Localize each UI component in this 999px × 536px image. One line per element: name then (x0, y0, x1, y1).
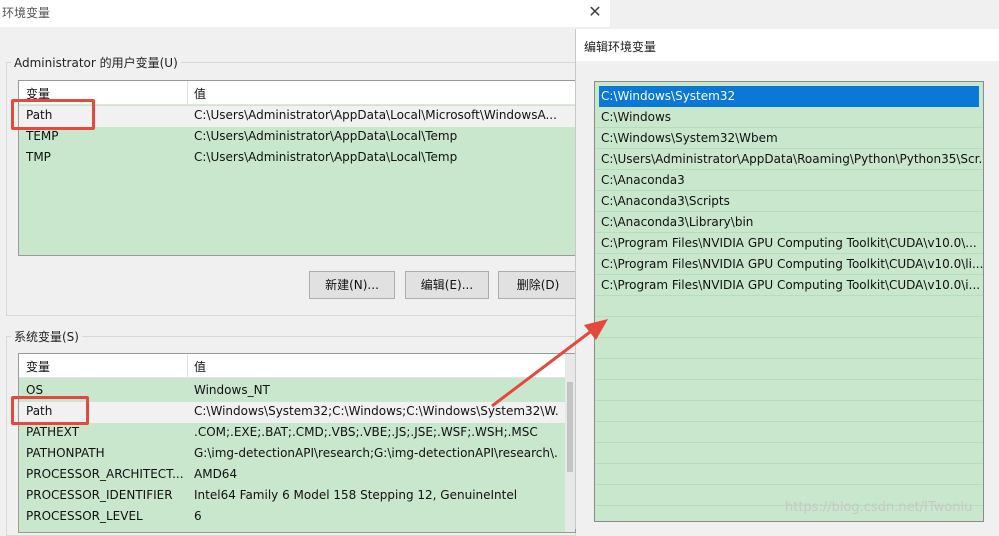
arrow-shaft (491, 327, 595, 408)
arrow-head (584, 319, 608, 340)
annotation-arrow (491, 319, 608, 408)
watermark: https://blog.csdn.net/ITwoniu (785, 500, 973, 515)
